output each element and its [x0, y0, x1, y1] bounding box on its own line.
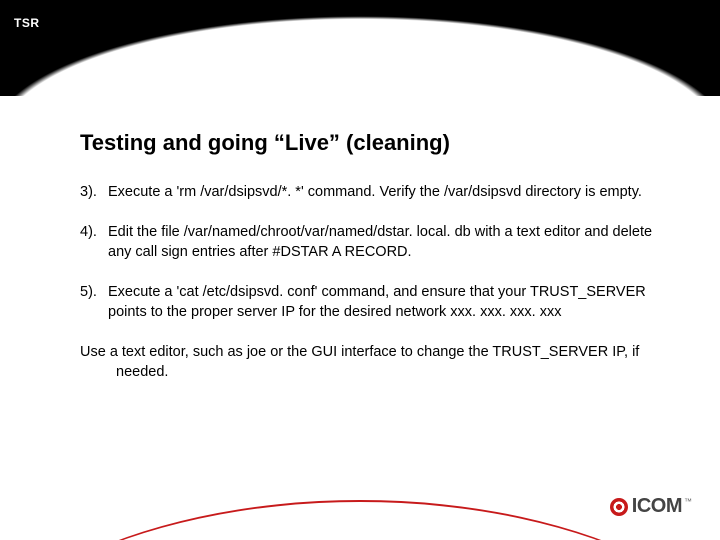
slide: TSR Testing and going “Live” (cleaning) …	[0, 0, 720, 540]
item-number: 3).	[80, 182, 108, 202]
header-badge: TSR	[14, 16, 40, 30]
item-number: 4).	[80, 222, 108, 262]
item-text: Edit the file /var/named/chroot/var/name…	[108, 222, 660, 262]
closing-note: Use a text editor, such as joe or the GU…	[80, 342, 660, 382]
closing-text: Use a text editor, such as joe or the GU…	[80, 342, 660, 382]
list-item: 4). Edit the file /var/named/chroot/var/…	[80, 222, 660, 262]
icom-bullseye-icon	[610, 498, 628, 516]
item-number: 5).	[80, 282, 108, 322]
list-item: 5). Execute a 'cat /etc/dsipsvd. conf' c…	[80, 282, 660, 322]
icom-wordmark: ICOM	[632, 495, 682, 518]
slide-title: Testing and going “Live” (cleaning)	[80, 130, 660, 156]
trademark-symbol: ™	[684, 497, 692, 506]
footer: ICOM ™	[0, 480, 720, 540]
item-text: Execute a 'cat /etc/dsipsvd. conf' comma…	[108, 282, 660, 322]
header-band: TSR	[0, 0, 720, 96]
icom-logo: ICOM ™	[610, 495, 692, 518]
slide-content: Testing and going “Live” (cleaning) 3). …	[80, 130, 660, 382]
list-item: 3). Execute a 'rm /var/dsipsvd/*. *' com…	[80, 182, 660, 202]
item-text: Execute a 'rm /var/dsipsvd/*. *' command…	[108, 182, 660, 202]
